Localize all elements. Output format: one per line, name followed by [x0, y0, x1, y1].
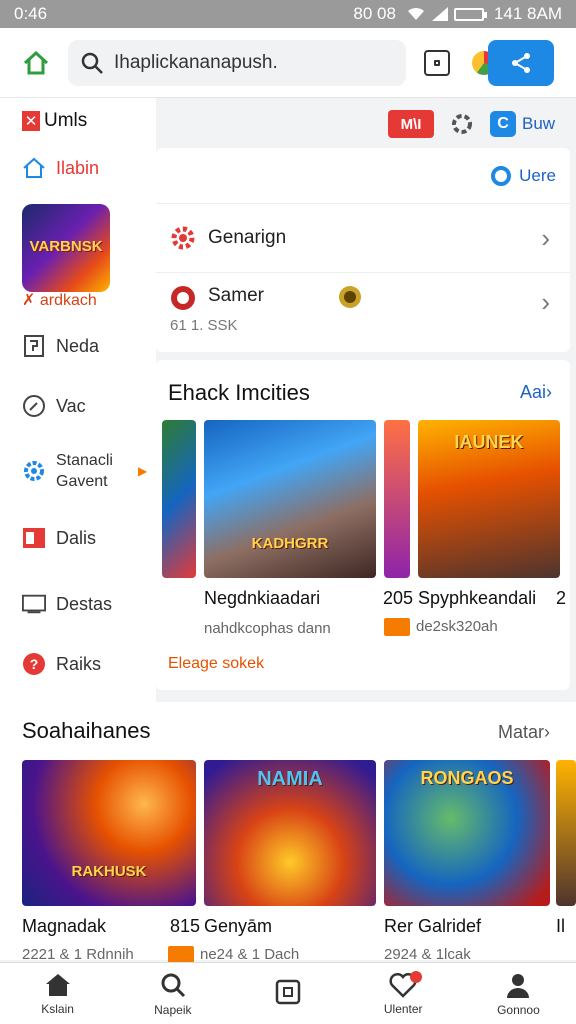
section-more-link[interactable]: Matar› [498, 722, 550, 743]
game-title[interactable]: Magnadak [22, 916, 106, 937]
game-title[interactable]: Negdnkiaadari [204, 588, 320, 609]
nav-home[interactable]: Kslain [0, 963, 115, 1024]
gear-icon [22, 459, 46, 483]
monitor-icon [22, 592, 46, 616]
chip-icon [384, 618, 410, 637]
game-edge-label: 815 [170, 916, 201, 936]
game-thumb-partial[interactable] [384, 420, 410, 578]
nav-search[interactable]: Napeik [115, 963, 230, 1024]
game-tile-art-text: VARBNSK [29, 238, 103, 255]
document-icon [22, 334, 46, 358]
game-edge-label: 205 [383, 588, 414, 608]
scan-icon [434, 59, 440, 66]
game-thumb-partial[interactable] [162, 420, 196, 578]
game-edge-label: Il [556, 916, 565, 936]
home-button[interactable] [14, 41, 58, 85]
game-thumb-partial[interactable] [556, 760, 576, 906]
game-title[interactable]: Rer Galridef [384, 916, 481, 937]
settings-card: Uere Genarign › Samer 61 1. SSK › [156, 148, 570, 352]
game-thumb[interactable]: KADHGRR [204, 420, 376, 578]
gear-red-icon [171, 226, 195, 250]
battery-icon [453, 7, 487, 21]
sidebar-item-destas[interactable]: Destas [22, 592, 112, 616]
section-link[interactable]: Eleage sokek [168, 655, 264, 673]
coin-icon [338, 286, 361, 308]
settings-icon[interactable] [450, 112, 474, 136]
sidebar-item-raiks[interactable]: ? Raiks [22, 652, 101, 676]
wifi-icon [407, 7, 424, 20]
profile-icon [507, 973, 530, 998]
sidebar-game-tile[interactable]: VARBNSK [22, 204, 110, 292]
share-icon [512, 52, 530, 73]
sidebar-item-home[interactable]: Ilabin [22, 156, 99, 180]
sidebar-item-dalis[interactable]: Dalis [22, 526, 96, 550]
game-art-text: RONGAOS [420, 768, 514, 788]
nav-square[interactable] [230, 963, 345, 1024]
sidebar-item-stanacli[interactable]: Stanacli Gavent ▶ [22, 450, 147, 492]
house-icon [23, 157, 45, 178]
svg-text:?: ? [30, 656, 39, 672]
sidebar-game-label[interactable]: ✗ ardkach [22, 290, 97, 310]
compass-icon [22, 394, 46, 418]
section-more-link[interactable]: Aai› [520, 382, 552, 403]
calendar-icon [22, 526, 46, 550]
search-bar[interactable] [68, 39, 406, 86]
game-thumb[interactable]: RAKHUSK [22, 760, 196, 906]
help-icon: ? [22, 652, 46, 676]
game-art-text: IAUNEK [454, 432, 524, 452]
notification-dot [409, 971, 422, 983]
scan-button[interactable] [424, 49, 450, 76]
status-time: 0:46 [14, 4, 48, 23]
game-thumb[interactable]: IAUNEK [418, 420, 560, 578]
c-icon: C [490, 111, 516, 137]
card-header: Uere [156, 148, 570, 204]
chevron-right-icon: › [541, 287, 550, 317]
circle-icon [491, 165, 512, 186]
action-row: M\I C Buw [388, 110, 555, 138]
home-icon [23, 50, 49, 74]
search-icon [161, 973, 185, 997]
sidebar-item-neda[interactable]: Neda [22, 334, 99, 358]
game-edge-label: 2 [556, 588, 567, 608]
buw-button[interactable]: C Buw [490, 111, 555, 137]
row-samer[interactable]: Samer 61 1. SSK › [156, 272, 570, 340]
game-art-text: RAKHUSK [71, 863, 147, 880]
sidebar-item-vac[interactable]: Vac [22, 394, 86, 418]
chevron-right-icon: › [541, 222, 550, 253]
home-icon [45, 973, 70, 996]
sidebar-logo: ✕ Umls [22, 110, 87, 132]
badge-icon [171, 286, 195, 310]
game-thumb[interactable]: NAMIA [204, 760, 376, 906]
game-art-text: KADHGRR [251, 535, 329, 552]
game-title[interactable]: Genyām [204, 916, 272, 937]
logo-icon: ✕ [22, 111, 40, 131]
status-clock: 141 8AM [493, 4, 562, 23]
nav-favorites[interactable]: Ulenter [346, 963, 461, 1024]
m-badge-button[interactable]: M\I [388, 110, 434, 138]
section-title: Ehack Imcities [168, 380, 310, 405]
game-thumb[interactable]: RONGAOS [384, 760, 550, 906]
game-subtitle: nahdkcophas dann [204, 620, 331, 637]
search-input[interactable] [114, 51, 394, 74]
top-bar [0, 28, 576, 98]
header-link[interactable]: Uere [519, 166, 556, 186]
row-genarign[interactable]: Genarign › [156, 204, 570, 272]
game-title[interactable]: Spyphkeandali [418, 588, 536, 609]
share-button[interactable] [488, 39, 554, 86]
game-subtitle: 2924 & 1lcak [384, 946, 471, 963]
bottom-nav: Kslain Napeik Ulenter Gonnoo [0, 962, 576, 1024]
game-art-text: NAMIA [257, 768, 323, 790]
square-icon [275, 979, 301, 1004]
runner-icon: ✗ [22, 292, 36, 309]
status-extra: 80 08 [353, 4, 396, 23]
expand-arrow-icon: ▶ [138, 464, 148, 478]
search-icon [81, 52, 103, 74]
status-bar: 0:46 80 08 141 8AM [0, 0, 576, 28]
section-title: Soahaihanes [22, 718, 151, 743]
game-subtitle: de2sk320ah [384, 618, 498, 637]
nav-profile[interactable]: Gonnoo [461, 963, 576, 1024]
game-subtitle: 2221 & 1 Rdnnih [22, 946, 134, 963]
signal-icon [431, 7, 448, 21]
